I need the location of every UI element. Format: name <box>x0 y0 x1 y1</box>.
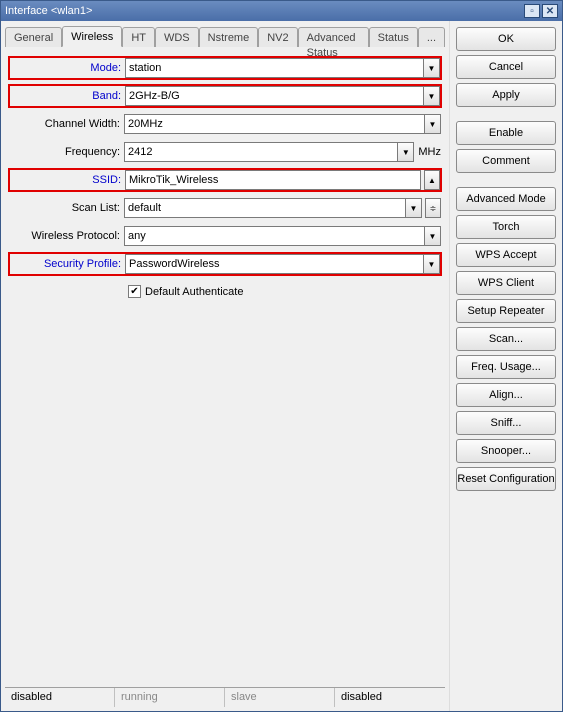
label-channel-width: Channel Width: <box>9 118 124 130</box>
wps-client-button[interactable]: WPS Client <box>456 271 556 295</box>
wps-accept-button[interactable]: WPS Accept <box>456 243 556 267</box>
tab-wds[interactable]: WDS <box>155 27 199 47</box>
label-mode: Mode: <box>10 62 125 74</box>
close-button[interactable]: ✕ <box>542 4 558 18</box>
tabstrip: General Wireless HT WDS Nstreme NV2 Adva… <box>5 25 445 47</box>
minimize-button[interactable]: ▫ <box>524 4 540 18</box>
tab-nstreme[interactable]: Nstreme <box>199 27 259 47</box>
comment-button[interactable]: Comment <box>456 149 556 173</box>
label-default-authenticate: Default Authenticate <box>145 286 243 298</box>
torch-button[interactable]: Torch <box>456 215 556 239</box>
label-scan-list: Scan List: <box>9 202 124 214</box>
dropdown-band-icon[interactable]: ▼ <box>424 86 440 106</box>
collapse-ssid-icon[interactable]: ▲ <box>424 170 440 190</box>
align-button[interactable]: Align... <box>456 383 556 407</box>
reset-configuration-button[interactable]: Reset Configuration <box>456 467 556 491</box>
dropdown-security-profile-icon[interactable]: ▼ <box>424 254 440 274</box>
row-band: Band: 2GHz-B/G ▼ <box>9 85 441 107</box>
dropdown-wireless-protocol-icon[interactable]: ▼ <box>425 226 441 246</box>
statusbar: disabled running slave disabled <box>5 687 445 707</box>
cancel-button[interactable]: Cancel <box>456 55 556 79</box>
label-ssid: SSID: <box>10 174 125 186</box>
field-mode[interactable]: station <box>125 58 424 78</box>
field-scan-list[interactable]: default <box>124 198 406 218</box>
field-channel-width[interactable]: 20MHz <box>124 114 425 134</box>
tab-wireless[interactable]: Wireless <box>62 26 122 47</box>
checkbox-default-authenticate[interactable]: ✔ <box>128 285 141 298</box>
status-disabled: disabled <box>5 688 115 707</box>
row-mode: Mode: station ▼ <box>9 57 441 79</box>
row-frequency: Frequency: 2412 ▼ MHz <box>9 141 441 163</box>
status-running: running <box>115 688 225 707</box>
row-channel-width: Channel Width: 20MHz ▼ <box>9 113 441 135</box>
tab-more[interactable]: ... <box>418 27 445 47</box>
snooper-button[interactable]: Snooper... <box>456 439 556 463</box>
label-frequency: Frequency: <box>9 146 124 158</box>
row-wireless-protocol: Wireless Protocol: any ▼ <box>9 225 441 247</box>
advanced-mode-button[interactable]: Advanced Mode <box>456 187 556 211</box>
label-band: Band: <box>10 90 125 102</box>
ok-button[interactable]: OK <box>456 27 556 51</box>
titlebar: Interface <wlan1> ▫ ✕ <box>1 1 562 21</box>
freq-usage-button[interactable]: Freq. Usage... <box>456 355 556 379</box>
scan-button[interactable]: Scan... <box>456 327 556 351</box>
label-wireless-protocol: Wireless Protocol: <box>9 230 124 242</box>
row-default-authenticate: ✔ Default Authenticate <box>9 285 441 298</box>
row-scan-list: Scan List: default ▼ ≑ <box>9 197 441 219</box>
content: General Wireless HT WDS Nstreme NV2 Adva… <box>1 21 562 711</box>
label-security-profile: Security Profile: <box>10 258 125 270</box>
field-ssid[interactable]: MikroTik_Wireless <box>125 170 421 190</box>
tab-nv2[interactable]: NV2 <box>258 27 297 47</box>
status-disabled-2: disabled <box>335 688 445 707</box>
sniff-button[interactable]: Sniff... <box>456 411 556 435</box>
setup-repeater-button[interactable]: Setup Repeater <box>456 299 556 323</box>
tab-status[interactable]: Status <box>369 27 418 47</box>
dropdown-frequency-icon[interactable]: ▼ <box>398 142 414 162</box>
status-slave: slave <box>225 688 335 707</box>
row-security-profile: Security Profile: PasswordWireless ▼ <box>9 253 441 275</box>
field-wireless-protocol[interactable]: any <box>124 226 425 246</box>
row-ssid: SSID: MikroTik_Wireless ▲ <box>9 169 441 191</box>
tab-general[interactable]: General <box>5 27 62 47</box>
dropdown-mode-icon[interactable]: ▼ <box>424 58 440 78</box>
form-area: Mode: station ▼ Band: 2GHz-B/G ▼ Channel… <box>5 47 445 687</box>
apply-button[interactable]: Apply <box>456 83 556 107</box>
window-title: Interface <wlan1> <box>5 5 522 17</box>
updown-scan-list-icon[interactable]: ≑ <box>425 198 441 218</box>
field-security-profile[interactable]: PasswordWireless <box>125 254 424 274</box>
tab-advanced-status[interactable]: Advanced Status <box>298 27 369 47</box>
enable-button[interactable]: Enable <box>456 121 556 145</box>
field-band[interactable]: 2GHz-B/G <box>125 86 424 106</box>
dropdown-scan-list-icon[interactable]: ▼ <box>406 198 422 218</box>
window: Interface <wlan1> ▫ ✕ General Wireless H… <box>0 0 563 712</box>
unit-frequency: MHz <box>418 146 441 158</box>
field-frequency[interactable]: 2412 <box>124 142 398 162</box>
dropdown-channel-width-icon[interactable]: ▼ <box>425 114 441 134</box>
right-pane: OK Cancel Apply Enable Comment Advanced … <box>450 21 562 711</box>
left-pane: General Wireless HT WDS Nstreme NV2 Adva… <box>1 21 450 711</box>
tab-ht[interactable]: HT <box>122 27 155 47</box>
